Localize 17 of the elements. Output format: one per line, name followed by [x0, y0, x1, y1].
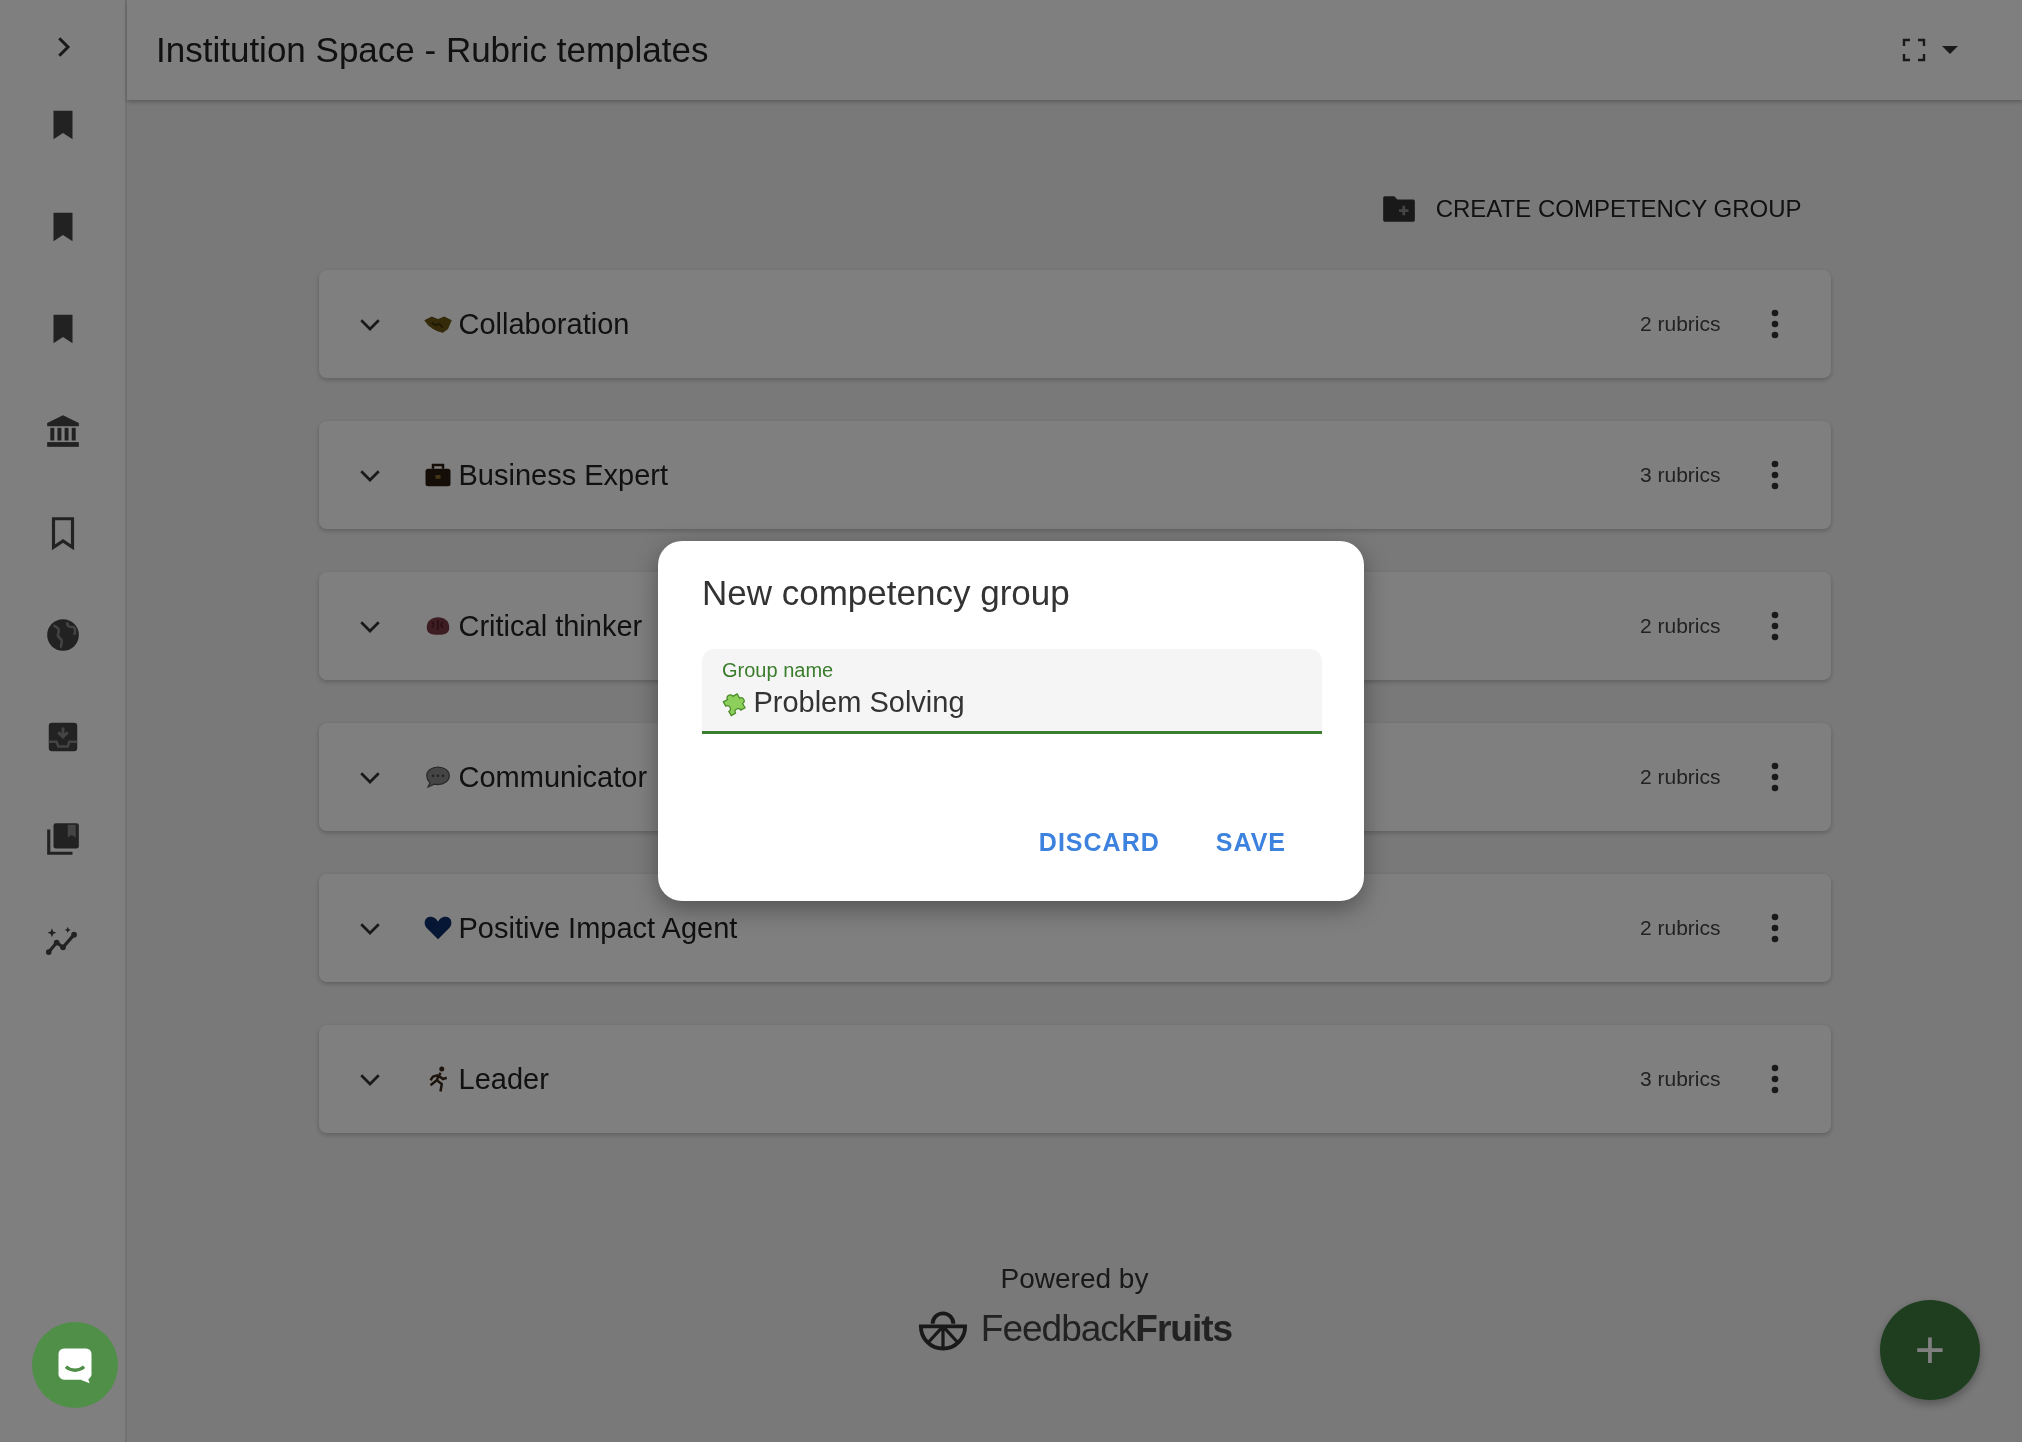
- brand-logo: FeedbackFruits: [980, 1308, 1233, 1350]
- page-title: Institution Space - Rubric templates: [156, 30, 709, 70]
- group-name: Collaboration: [458, 307, 631, 341]
- powered-by-text: Powered by: [1000, 1263, 1149, 1295]
- rubric-count: 2 rubrics: [1639, 765, 1721, 789]
- rubric-count: 3 rubrics: [1639, 463, 1721, 487]
- rubric-count: 2 rubrics: [1639, 916, 1721, 940]
- group-name: Business Expert: [458, 458, 670, 492]
- rubric-count: 2 rubrics: [1639, 614, 1721, 638]
- field-label: Group name: [722, 659, 835, 682]
- group-name: Leader: [458, 1062, 550, 1096]
- group-name: Critical thinker: [458, 609, 644, 643]
- rubric-count: 3 rubrics: [1639, 1067, 1721, 1091]
- group-name: Communicator: [458, 760, 649, 794]
- group-name: Positive Impact Agent: [458, 911, 739, 945]
- rubric-count: 2 rubrics: [1639, 312, 1721, 336]
- dialog-title: New competency group: [702, 573, 1071, 613]
